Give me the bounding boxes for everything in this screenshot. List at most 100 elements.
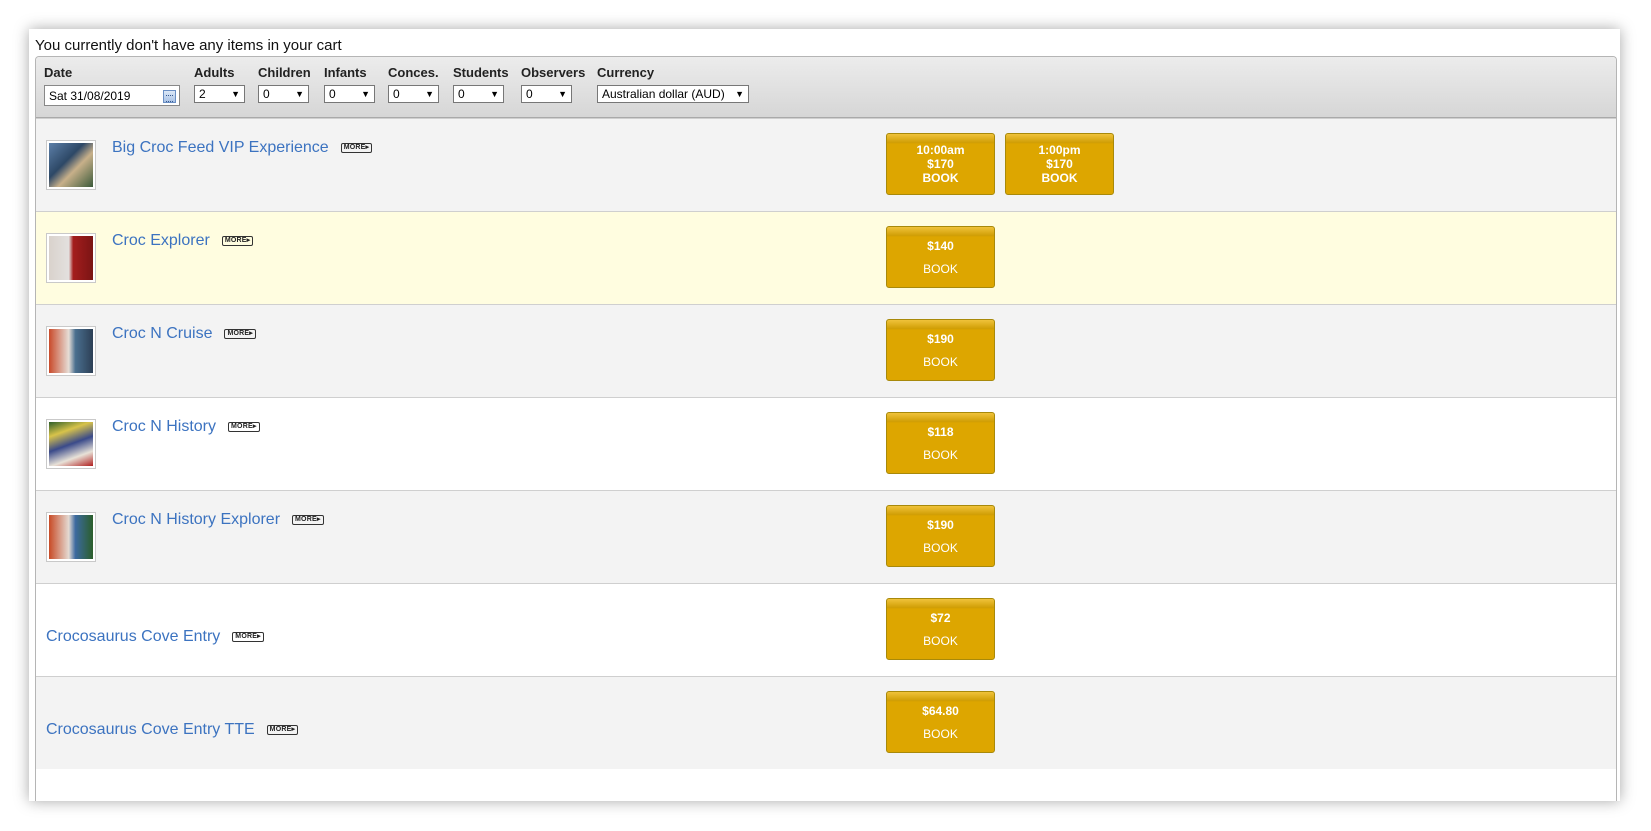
product-row: Croc N History MORE▸ $118 BOOK (36, 397, 1616, 490)
more-button[interactable]: MORE▸ (221, 236, 254, 246)
products-table: Date Sat 31/08/2019 Adults 2 ▼ Children 0… (35, 56, 1617, 801)
currency-select[interactable]: Australian dollar (AUD) ▼ (597, 85, 749, 103)
book-button[interactable]: $64.80 BOOK (886, 691, 995, 753)
adults-label: Adults (194, 65, 235, 80)
book-time: 1:00pm (1038, 143, 1081, 157)
chevron-down-icon: ▼ (425, 89, 434, 99)
conces-value: 0 (393, 87, 400, 101)
book-label: BOOK (923, 726, 958, 741)
product-row: Crocosaurus Cove Entry TTE MORE▸ $64.80 B… (36, 676, 1616, 769)
book-price: $118 (927, 424, 954, 439)
book-button[interactable]: 10:00am $170 BOOK (886, 133, 995, 195)
product-name-link[interactable]: Croc N Cruise MORE▸ (112, 325, 256, 343)
currency-filter: Currency Australian dollar (AUD) ▼ (597, 65, 749, 103)
book-button[interactable]: $118 BOOK (886, 412, 995, 474)
book-price: $190 (927, 517, 954, 532)
book-label: BOOK (922, 171, 959, 185)
currency-value: Australian dollar (AUD) (602, 87, 725, 101)
product-name-link[interactable]: Crocosaurus Cove Entry MORE▸ (46, 628, 264, 646)
product-name-link[interactable]: Crocosaurus Cove Entry TTE MORE▸ (46, 721, 299, 739)
product-name-link[interactable]: Croc N History MORE▸ (112, 418, 260, 436)
product-thumbnail[interactable] (46, 233, 96, 283)
booking-buttons: $140 BOOK (886, 226, 995, 288)
book-label: BOOK (923, 354, 958, 369)
product-name: Croc N History (112, 418, 217, 435)
product-thumbnail[interactable] (46, 419, 96, 469)
booking-buttons: $190 BOOK (886, 319, 995, 381)
book-time: 10:00am (916, 143, 965, 157)
book-button[interactable]: $72 BOOK (886, 598, 995, 660)
more-button[interactable]: MORE▸ (224, 329, 256, 339)
date-filter: Date Sat 31/08/2019 (44, 65, 180, 106)
filter-bar: Date Sat 31/08/2019 Adults 2 ▼ Children 0… (36, 57, 1616, 118)
conces-select[interactable]: 0 ▼ (388, 85, 439, 103)
product-name: Big Croc Feed VIP Experience (112, 139, 329, 156)
chevron-down-icon: ▼ (735, 89, 744, 99)
book-label: BOOK (1041, 171, 1078, 185)
booking-widget: You currently don't have any items in yo… (29, 29, 1620, 801)
students-label: Students (453, 65, 509, 80)
more-button[interactable]: MORE▸ (228, 422, 260, 432)
product-name: Croc Explorer (112, 232, 210, 249)
more-button[interactable]: MORE▸ (340, 143, 373, 153)
book-price: $140 (927, 238, 954, 253)
date-label: Date (44, 65, 73, 80)
adults-select[interactable]: 2 ▼ (194, 85, 245, 103)
booking-buttons: 10:00am $170 BOOK 1:00pm $170 BOOK (886, 133, 1114, 195)
chevron-down-icon: ▼ (558, 89, 567, 99)
children-value: 0 (263, 87, 270, 101)
students-select[interactable]: 0 ▼ (453, 85, 504, 103)
conces-filter: Conces. 0 ▼ (388, 65, 439, 103)
book-label: BOOK (923, 633, 958, 648)
book-button[interactable]: $190 BOOK (886, 319, 995, 381)
children-label: Children (258, 65, 311, 80)
children-filter: Children 0 ▼ (258, 65, 311, 103)
product-name-link[interactable]: Big Croc Feed VIP Experience MORE▸ (112, 139, 373, 157)
book-label: BOOK (923, 540, 958, 555)
book-label: BOOK (923, 261, 958, 276)
students-filter: Students 0 ▼ (453, 65, 509, 103)
infants-value: 0 (329, 87, 336, 101)
infants-label: Infants (324, 65, 367, 80)
observers-filter: Observers 0 ▼ (521, 65, 585, 103)
book-button[interactable]: 1:00pm $170 BOOK (1005, 133, 1114, 195)
product-row: Crocosaurus Cove Entry MORE▸ $72 BOOK (36, 583, 1616, 676)
product-thumbnail[interactable] (46, 512, 96, 562)
chevron-down-icon: ▼ (295, 89, 304, 99)
more-button[interactable]: MORE▸ (232, 632, 264, 642)
booking-buttons: $190 BOOK (886, 505, 995, 567)
chevron-down-icon: ▼ (231, 89, 240, 99)
book-price: $72 (930, 610, 951, 625)
book-price: $170 (927, 157, 954, 171)
book-price: $64.80 (922, 703, 959, 718)
conces-label: Conces. (388, 65, 439, 80)
cart-message: You currently don't have any items in yo… (35, 37, 342, 54)
book-button[interactable]: $140 BOOK (886, 226, 995, 288)
booking-buttons: $72 BOOK (886, 598, 995, 660)
book-button[interactable]: $190 BOOK (886, 505, 995, 567)
observers-value: 0 (526, 87, 533, 101)
currency-label: Currency (597, 65, 655, 80)
booking-buttons: $118 BOOK (886, 412, 995, 474)
product-row: Big Croc Feed VIP Experience MORE▸ 10:00a… (36, 118, 1616, 211)
chevron-down-icon: ▼ (361, 89, 370, 99)
product-name-link[interactable]: Croc N History Explorer MORE▸ (112, 511, 324, 529)
adults-value: 2 (199, 87, 206, 101)
more-button[interactable]: MORE▸ (292, 515, 324, 525)
date-value: Sat 31/08/2019 (49, 89, 131, 103)
product-name: Crocosaurus Cove Entry TTE (46, 721, 255, 738)
product-name: Crocosaurus Cove Entry (46, 628, 221, 645)
children-select[interactable]: 0 ▼ (258, 85, 309, 103)
observers-select[interactable]: 0 ▼ (521, 85, 572, 103)
calendar-icon[interactable] (163, 90, 176, 103)
product-name-link[interactable]: Croc Explorer MORE▸ (112, 232, 254, 250)
product-thumbnail[interactable] (46, 326, 96, 376)
book-price: $170 (1046, 157, 1073, 171)
infants-select[interactable]: 0 ▼ (324, 85, 375, 103)
date-input[interactable]: Sat 31/08/2019 (44, 85, 180, 106)
product-thumbnail[interactable] (46, 140, 96, 190)
more-button[interactable]: MORE▸ (266, 725, 299, 735)
product-row: Croc N Cruise MORE▸ $190 BOOK (36, 304, 1616, 397)
students-value: 0 (458, 87, 465, 101)
infants-filter: Infants 0 ▼ (324, 65, 375, 103)
